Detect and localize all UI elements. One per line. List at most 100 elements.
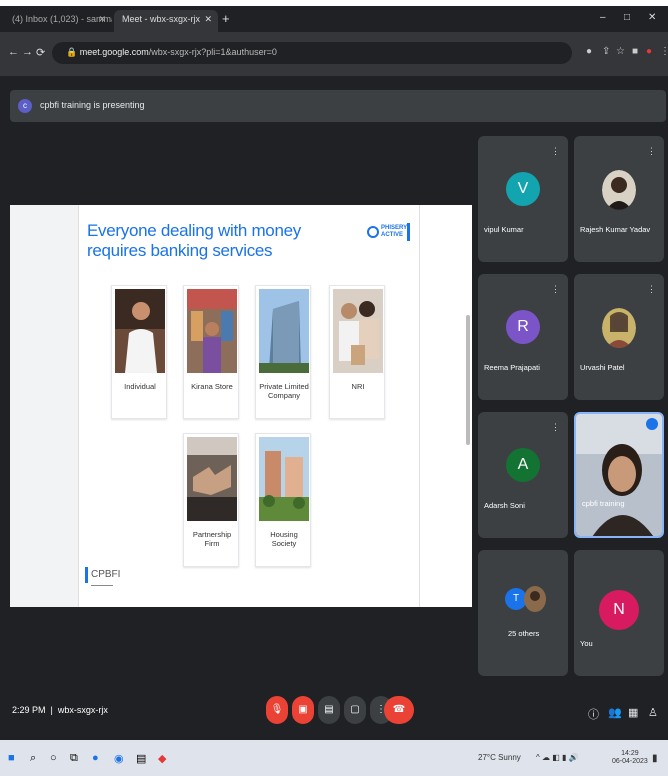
card-kirana-store: Kirana Store: [183, 285, 239, 419]
participant-photo-avatar: [524, 586, 546, 612]
forward-button[interactable]: →: [22, 46, 33, 58]
clock-date: 06-04-2023: [612, 758, 648, 765]
mic-off-icon: 🎙: [270, 704, 284, 715]
browser-tab-inbox[interactable]: (4) Inbox (1,023) - sammaapp@... ✕: [4, 10, 112, 32]
participant-tile[interactable]: ⋮ A Adarsh Soni: [478, 412, 568, 538]
shop-photo-icon: [187, 289, 237, 373]
clock-time: 14:29: [621, 750, 639, 757]
notification-icon[interactable]: ▮: [652, 753, 658, 764]
captions-button[interactable]: ▤: [318, 696, 340, 724]
participant-tile-self[interactable]: N You: [574, 550, 664, 676]
tab-title: (4) Inbox (1,023) - sammaapp@...: [12, 14, 112, 24]
logo-bar: [407, 223, 410, 241]
cortana-icon[interactable]: ○: [50, 752, 57, 764]
speaking-indicator-icon: [646, 418, 658, 430]
card-private-limited-company: Private Limited Company: [255, 285, 311, 419]
profile-icon[interactable]: ●: [646, 46, 652, 57]
star-icon[interactable]: ☆: [616, 46, 625, 57]
phone-hangup-icon: ☎: [392, 704, 406, 715]
app-icon[interactable]: ◆: [158, 752, 166, 765]
person-photo-icon: [115, 289, 165, 373]
clock-text: 2:29 PM: [12, 705, 46, 715]
activities-icon[interactable]: ♙: [648, 706, 658, 719]
tab-title: Meet - wbx-sxgx-rjx: [122, 14, 201, 24]
card-label: Individual: [124, 382, 156, 391]
participant-tile[interactable]: ⋮ V vipul Kumar: [478, 136, 568, 262]
windows-taskbar: ■ ⌕ ○ ⧉ ● ◉ ▤ ◆ 27°C Sunny ^ ☁ ◧ ▮ 🔊 14:…: [0, 740, 668, 776]
leave-call-button[interactable]: ☎: [384, 696, 414, 724]
stage-right-margin: [420, 205, 472, 607]
participant-avatar: A: [506, 448, 540, 482]
file-explorer-icon[interactable]: ▤: [136, 752, 146, 765]
camera-icon[interactable]: ●: [586, 46, 592, 57]
back-button[interactable]: ←: [8, 46, 19, 58]
chrome-icon[interactable]: ◉: [114, 752, 124, 765]
present-icon: ▢: [350, 704, 360, 715]
presenting-text: cpbfi training is presenting: [40, 100, 145, 110]
participant-name: Urvashi Patel: [580, 363, 625, 372]
participant-avatar: N: [599, 590, 639, 630]
menu-icon[interactable]: ⋮: [660, 46, 668, 57]
participant-tile[interactable]: ⋮ Urvashi Patel: [574, 274, 664, 400]
card-individual: Individual: [111, 285, 167, 419]
footer-accent-bar: [85, 567, 88, 583]
family-photo-icon: [333, 289, 383, 373]
microphone-off-button[interactable]: 🎙: [266, 696, 288, 724]
close-icon[interactable]: ✕: [98, 14, 106, 25]
weather-text[interactable]: 27°C Sunny: [478, 753, 521, 762]
participant-photo-avatar: [602, 170, 636, 210]
close-window-button[interactable]: ✕: [648, 12, 656, 23]
card-label: Kirana Store: [191, 382, 233, 391]
people-icon[interactable]: 👥: [608, 706, 622, 719]
captions-icon: ▤: [324, 704, 334, 715]
card-label: NRI: [351, 382, 365, 391]
participant-name: cpbfi training: [582, 499, 625, 508]
camera-off-button[interactable]: ▣: [292, 696, 314, 724]
edge-icon[interactable]: ●: [92, 752, 99, 764]
close-icon[interactable]: ✕: [204, 14, 212, 25]
chat-icon[interactable]: ▦: [628, 706, 638, 719]
present-button[interactable]: ▢: [344, 696, 366, 724]
card-label: Private Limited Company: [259, 382, 309, 400]
info-icon[interactable]: ⓘ: [588, 706, 599, 722]
slide-scrollbar[interactable]: [466, 315, 470, 445]
participant-tile-others[interactable]: T 25 others: [478, 550, 568, 676]
maximize-button[interactable]: □: [624, 12, 630, 23]
windows-start-icon[interactable]: ■: [8, 752, 15, 764]
slide-footer: CPBFI: [91, 569, 121, 580]
minimize-button[interactable]: –: [600, 12, 606, 23]
more-options-icon[interactable]: ⋮: [647, 284, 656, 295]
card-label: Housing Society: [270, 530, 298, 548]
more-options-icon[interactable]: ⋮: [551, 284, 560, 295]
participant-tile[interactable]: ⋮ R Reema Prajapati: [478, 274, 568, 400]
presenter-avatar: c: [18, 99, 32, 113]
browser-tab-bar: (4) Inbox (1,023) - sammaapp@... ✕ Meet …: [0, 6, 668, 32]
extension-icon[interactable]: ■: [632, 46, 638, 57]
participant-name: 25 others: [508, 629, 540, 638]
more-options-icon[interactable]: ⋮: [647, 146, 656, 157]
footer-underline: [91, 585, 113, 586]
lock-icon: 🔒: [66, 47, 78, 57]
more-options-icon[interactable]: ⋮: [551, 146, 560, 157]
share-icon[interactable]: ⇪: [602, 46, 610, 57]
participant-name: vipul Kumar: [484, 225, 524, 234]
participant-name: Reema Prajapati: [484, 363, 540, 372]
taskbar-clock[interactable]: 14:29 06-04-2023: [612, 750, 648, 766]
building-photo-icon: [259, 289, 309, 373]
participant-avatar: R: [506, 310, 540, 344]
participant-tile-camera[interactable]: cpbfi training: [574, 412, 664, 538]
participant-name: Rajesh Kumar Yadav: [580, 225, 651, 234]
card-housing-society: Housing Society: [255, 433, 311, 567]
search-icon[interactable]: ⌕: [30, 752, 36, 765]
url-input[interactable]: 🔒 meet.google.com/wbx-sxgx-rjx?pli=1&aut…: [52, 42, 572, 64]
card-partnership-firm: Partnership Firm: [183, 433, 239, 567]
browser-tab-meet[interactable]: Meet - wbx-sxgx-rjx ✕: [114, 10, 218, 32]
participant-tile[interactable]: ⋮ Rajesh Kumar Yadav: [574, 136, 664, 262]
participant-avatar: V: [506, 172, 540, 206]
stage-left-margin: [10, 205, 78, 607]
more-options-icon[interactable]: ⋮: [551, 422, 560, 433]
task-view-icon[interactable]: ⧉: [70, 752, 78, 765]
system-tray-icons[interactable]: ^ ☁ ◧ ▮ 🔊: [536, 753, 579, 762]
reload-button[interactable]: ⟳: [36, 46, 45, 59]
new-tab-button[interactable]: +: [222, 11, 230, 26]
